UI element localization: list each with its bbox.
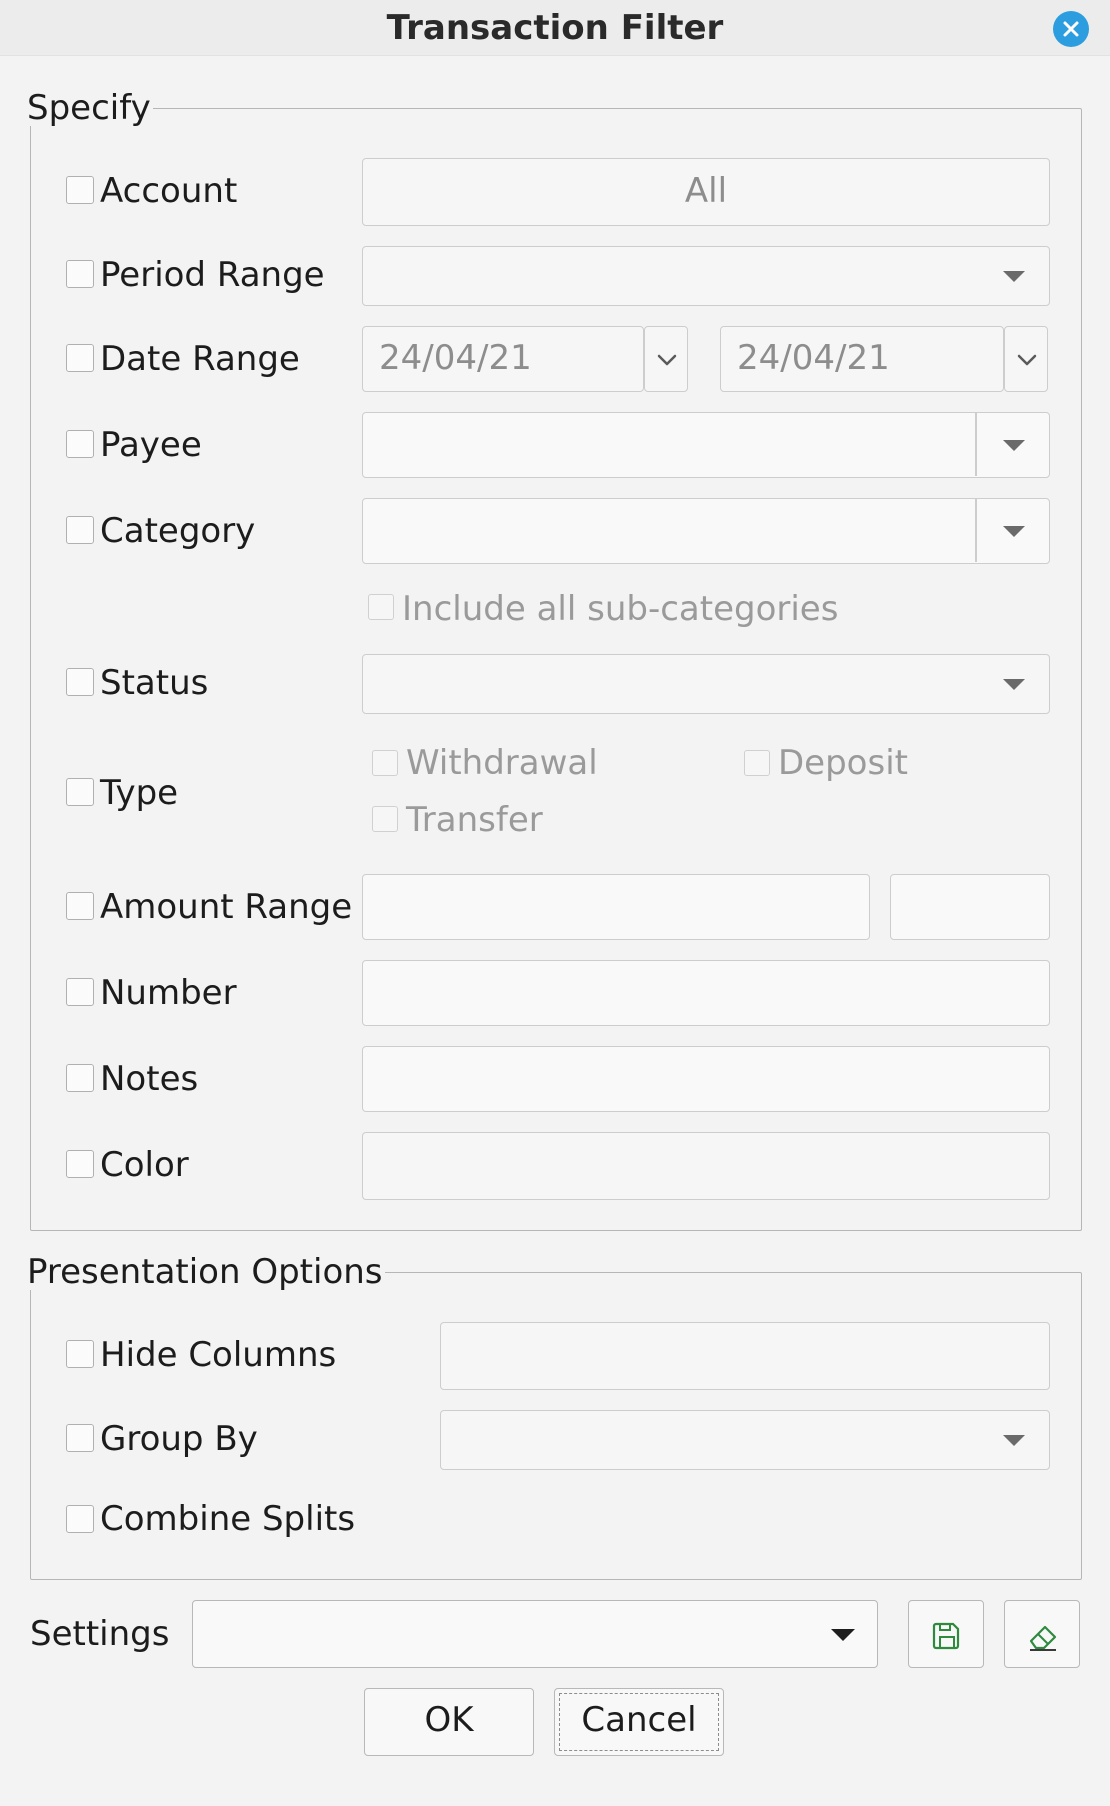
hide-columns-label: Hide Columns — [100, 1335, 337, 1375]
color-label: Color — [100, 1145, 189, 1185]
date-range-label: Date Range — [100, 339, 300, 379]
date-from-picker-button[interactable] — [644, 326, 688, 392]
save-settings-button[interactable] — [908, 1600, 984, 1668]
amount-max-input[interactable] — [890, 874, 1050, 940]
type-checkbox[interactable] — [66, 778, 94, 806]
status-select[interactable] — [362, 654, 1050, 714]
amount-min-input[interactable] — [362, 874, 870, 940]
period-range-label: Period Range — [100, 255, 325, 295]
account-selector[interactable]: All — [362, 158, 1050, 226]
chevron-down-icon — [1003, 526, 1025, 537]
color-selector[interactable] — [362, 1132, 1050, 1200]
hide-columns-selector[interactable] — [440, 1322, 1050, 1390]
number-label: Number — [100, 973, 237, 1013]
period-range-select[interactable] — [362, 246, 1050, 306]
payee-combobox[interactable] — [362, 412, 1050, 478]
group-by-checkbox[interactable] — [66, 1424, 94, 1452]
date-range-checkbox[interactable] — [66, 344, 94, 372]
notes-input[interactable] — [362, 1046, 1050, 1112]
payee-label: Payee — [100, 425, 202, 465]
combine-splits-checkbox[interactable] — [66, 1505, 94, 1533]
date-to-picker-button[interactable] — [1004, 326, 1048, 392]
date-to-value: 24/04/21 — [737, 338, 890, 378]
chevron-down-icon — [831, 1629, 855, 1641]
combine-splits-label: Combine Splits — [100, 1499, 356, 1539]
group-by-label: Group By — [100, 1419, 258, 1459]
chevron-down-icon — [1003, 1435, 1025, 1446]
chevron-down-icon — [1003, 679, 1025, 690]
chevron-down-icon — [1017, 354, 1037, 366]
period-range-checkbox[interactable] — [66, 260, 94, 288]
ok-button[interactable]: OK — [364, 1688, 534, 1756]
type-label: Type — [100, 773, 179, 813]
hide-columns-checkbox[interactable] — [66, 1340, 94, 1368]
group-by-select[interactable] — [440, 1410, 1050, 1470]
color-checkbox[interactable] — [66, 1150, 94, 1178]
clear-settings-button[interactable] — [1004, 1600, 1080, 1668]
settings-label: Settings — [30, 1614, 170, 1654]
date-from-field[interactable]: 24/04/21 — [362, 326, 644, 392]
include-subcategories-checkbox[interactable] — [368, 594, 394, 620]
amount-range-checkbox[interactable] — [66, 892, 94, 920]
payee-checkbox[interactable] — [66, 430, 94, 458]
deposit-checkbox[interactable] — [744, 750, 770, 776]
chevron-down-icon — [657, 354, 677, 366]
notes-label: Notes — [100, 1059, 199, 1099]
eraser-icon — [1029, 1625, 1057, 1651]
chevron-down-icon — [1003, 440, 1025, 451]
notes-checkbox[interactable] — [66, 1064, 94, 1092]
transfer-checkbox[interactable] — [372, 806, 398, 832]
account-checkbox[interactable] — [66, 176, 94, 204]
date-from-value: 24/04/21 — [379, 338, 532, 378]
combo-separator — [975, 413, 977, 476]
presentation-options-legend: Presentation Options — [27, 1252, 383, 1292]
cancel-button[interactable]: Cancel — [554, 1688, 724, 1756]
withdrawal-checkbox[interactable] — [372, 750, 398, 776]
deposit-label: Deposit — [778, 743, 908, 783]
window-title: Transaction Filter — [386, 8, 724, 48]
status-checkbox[interactable] — [66, 668, 94, 696]
category-checkbox[interactable] — [66, 516, 94, 544]
close-button[interactable] — [1053, 11, 1089, 47]
save-icon — [932, 1622, 960, 1650]
close-icon — [1063, 21, 1079, 37]
account-value: All — [684, 171, 728, 211]
specify-legend: Specify — [27, 88, 151, 128]
chevron-down-icon — [1003, 271, 1025, 282]
status-label: Status — [100, 663, 209, 703]
settings-combobox[interactable] — [192, 1600, 878, 1668]
transfer-label: Transfer — [406, 800, 543, 840]
withdrawal-label: Withdrawal — [406, 743, 598, 783]
date-to-field[interactable]: 24/04/21 — [720, 326, 1004, 392]
category-combobox[interactable] — [362, 498, 1050, 564]
account-label: Account — [100, 171, 238, 211]
amount-range-label: Amount Range — [100, 887, 353, 927]
number-checkbox[interactable] — [66, 978, 94, 1006]
number-input[interactable] — [362, 960, 1050, 1026]
combo-separator — [975, 499, 977, 562]
category-label: Category — [100, 511, 256, 551]
include-subcategories-label: Include all sub-categories — [402, 589, 839, 629]
